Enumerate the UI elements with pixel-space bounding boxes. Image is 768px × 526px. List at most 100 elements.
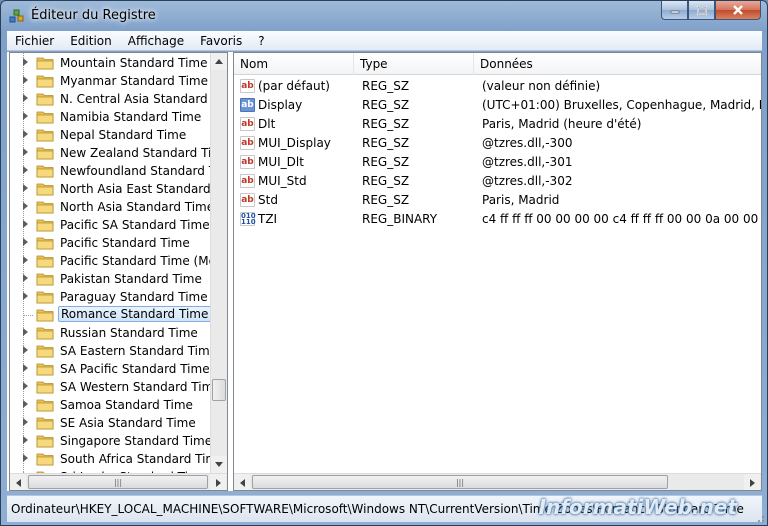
expand-arrow-icon[interactable]	[23, 418, 28, 426]
value-row[interactable]: ab Std REG_SZ Paris, Madrid	[234, 191, 761, 210]
string-value-icon: ab	[240, 174, 255, 188]
minimize-button[interactable]	[661, 1, 688, 20]
key-tree-pane[interactable]: Mountain Standard Time (M Myanmar Standar…	[9, 52, 228, 491]
folder-icon	[36, 183, 54, 196]
value-row[interactable]: ab MUI_Display REG_SZ @tzres.dll,-300	[234, 134, 761, 153]
close-button[interactable]	[715, 1, 761, 20]
expand-arrow-icon[interactable]	[23, 58, 28, 66]
tree-item[interactable]: SE Asia Standard Time	[10, 414, 210, 432]
expand-arrow-icon[interactable]	[23, 130, 28, 138]
value-row[interactable]: ab (par défaut) REG_SZ (valeur non définie)	[234, 77, 761, 96]
expand-arrow-icon[interactable]	[23, 148, 28, 156]
expand-arrow-icon[interactable]	[23, 184, 28, 192]
tree-horizontal-scrollbar[interactable]: |||	[10, 473, 227, 490]
expand-arrow-icon[interactable]	[23, 238, 28, 246]
list-scroll-left-button[interactable]	[234, 474, 250, 490]
menu-help[interactable]: ?	[250, 34, 272, 48]
tree-item[interactable]: Newfoundland Standard Tim	[10, 162, 210, 180]
expand-arrow-icon[interactable]	[23, 76, 28, 84]
column-header-donnees[interactable]: Données	[474, 53, 761, 75]
string-value-icon: ab	[240, 155, 255, 169]
list-horizontal-scrollbar[interactable]: |||	[234, 473, 761, 490]
expand-arrow-icon[interactable]	[23, 454, 28, 462]
expand-arrow-icon[interactable]	[23, 328, 28, 336]
menu-edition[interactable]: Edition	[62, 34, 120, 48]
expand-arrow-icon[interactable]	[23, 256, 28, 264]
folder-icon	[36, 363, 54, 376]
expand-arrow-icon[interactable]	[23, 94, 28, 102]
expand-arrow-icon[interactable]	[23, 400, 28, 408]
tree-item[interactable]: Pacific Standard Time	[10, 234, 210, 252]
resize-grip-icon[interactable]	[753, 511, 765, 523]
tree-scroll-thumb[interactable]	[212, 379, 226, 401]
tree-hscroll-thumb[interactable]: |||	[28, 475, 208, 489]
value-row[interactable]: ab MUI_Std REG_SZ @tzres.dll,-302	[234, 172, 761, 191]
title-bar[interactable]: Éditeur du Registre	[1, 1, 767, 31]
list-scroll-right-button[interactable]	[744, 474, 760, 490]
menu-bar: Fichier Edition Affichage Favoris ?	[7, 31, 762, 51]
tree-item[interactable]: North Asia Standard Time	[10, 198, 210, 216]
value-row[interactable]: ab Display REG_SZ (UTC+01:00) Bruxelles, Co…	[234, 96, 761, 115]
expand-arrow-icon[interactable]	[23, 346, 28, 354]
tree-item[interactable]: Russian Standard Time	[10, 324, 210, 342]
tree-item-label: Nepal Standard Time	[60, 128, 187, 142]
value-row[interactable]: 010 110 TZI REG_BINARY c4 ff ff ff 00 00 00 …	[234, 210, 761, 229]
tree-item[interactable]: Romance Standard Time	[10, 306, 210, 324]
tree-item[interactable]: New Zealand Standard Time	[10, 144, 210, 162]
folder-icon	[36, 345, 54, 358]
tree-item[interactable]: South Africa Standard Time	[10, 450, 210, 468]
expand-arrow-icon[interactable]	[23, 202, 28, 210]
tree-item[interactable]: Paraguay Standard Time	[10, 288, 210, 306]
expand-arrow-icon[interactable]	[23, 292, 28, 300]
tree-item[interactable]: SA Western Standard Time	[10, 378, 210, 396]
value-name: Display	[258, 98, 303, 112]
scroll-left-button[interactable]	[10, 474, 26, 490]
arrow-up-icon	[215, 59, 223, 64]
tree-item[interactable]: Pacific Standard Time (Mexic	[10, 252, 210, 270]
values-list-pane[interactable]: Nom Type Données ab (par défaut) REG_SZ (va…	[233, 52, 762, 491]
arrow-right-icon	[749, 478, 755, 487]
expand-arrow-icon[interactable]	[23, 220, 28, 228]
tree-item[interactable]: Singapore Standard Time	[10, 432, 210, 450]
tree-item-label: Pakistan Standard Time	[60, 272, 202, 286]
expand-arrow-icon[interactable]	[23, 166, 28, 174]
value-type: REG_SZ	[362, 155, 410, 169]
tree-item[interactable]: N. Central Asia Standard Tim	[10, 90, 210, 108]
maximize-icon	[696, 5, 707, 15]
tree-item[interactable]: Myanmar Standard Time	[10, 72, 210, 90]
scroll-right-button[interactable]	[210, 474, 226, 490]
tree-item[interactable]: Nepal Standard Time	[10, 126, 210, 144]
tree-item-label: SE Asia Standard Time	[60, 416, 196, 430]
folder-icon	[36, 93, 54, 106]
expand-arrow-icon[interactable]	[23, 364, 28, 372]
menu-favoris[interactable]: Favoris	[192, 34, 250, 48]
tree-item[interactable]: Samoa Standard Time	[10, 396, 210, 414]
tree-item[interactable]: Pakistan Standard Time	[10, 270, 210, 288]
menu-fichier[interactable]: Fichier	[7, 34, 62, 48]
maximize-button[interactable]	[688, 1, 715, 20]
value-type: REG_BINARY	[362, 212, 438, 226]
scroll-down-button[interactable]	[211, 456, 227, 473]
value-row[interactable]: ab Dlt REG_SZ Paris, Madrid (heure d'été)	[234, 115, 761, 134]
list-header: Nom Type Données	[234, 53, 761, 75]
tree-item[interactable]: Namibia Standard Time	[10, 108, 210, 126]
binary-value-icon: 010 110	[240, 212, 256, 226]
column-header-nom[interactable]: Nom	[234, 53, 354, 75]
tree-item[interactable]: Mountain Standard Time (M	[10, 54, 210, 72]
tree-item[interactable]: SA Eastern Standard Time	[10, 342, 210, 360]
expand-arrow-icon[interactable]	[23, 382, 28, 390]
tree-vertical-scrollbar[interactable]	[210, 53, 227, 473]
list-hscroll-thumb[interactable]: |||	[252, 475, 668, 489]
menu-affichage[interactable]: Affichage	[120, 34, 192, 48]
column-header-type[interactable]: Type	[354, 53, 474, 75]
value-row[interactable]: ab MUI_Dlt REG_SZ @tzres.dll,-301	[234, 153, 761, 172]
expand-arrow-icon[interactable]	[23, 436, 28, 444]
scroll-up-button[interactable]	[211, 53, 227, 70]
window-title: Éditeur du Registre	[31, 8, 156, 23]
expand-arrow-icon[interactable]	[23, 274, 28, 282]
folder-icon	[36, 201, 54, 214]
tree-item[interactable]: North Asia East Standard Tim	[10, 180, 210, 198]
tree-item[interactable]: Pacific SA Standard Time	[10, 216, 210, 234]
tree-item[interactable]: SA Pacific Standard Time	[10, 360, 210, 378]
expand-arrow-icon[interactable]	[23, 112, 28, 120]
